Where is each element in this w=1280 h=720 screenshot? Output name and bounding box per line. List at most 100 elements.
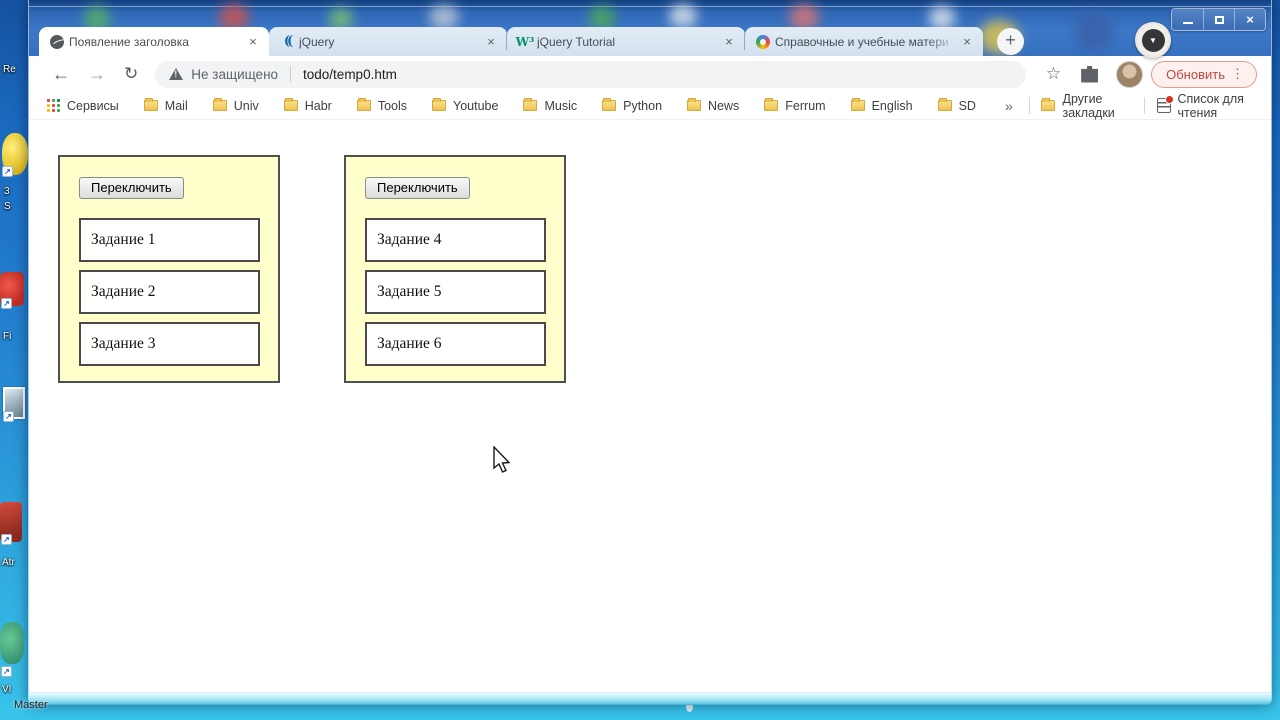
chevron-down-icon: ▼ [1141,28,1165,52]
bookmark-label: Univ [233,98,259,113]
bookmarks-separator [1028,97,1030,114]
task-item[interactable]: Задание 2 [79,270,260,314]
desktop-icon-label: 3 [4,186,10,197]
tab-close-icon[interactable]: × [483,34,499,50]
browser-toolbar: ← → ↻ Не защищено todo/temp0.htm ☆ Обнов… [29,56,1271,92]
glass-reflection [429,5,459,29]
bookmark-label: Youtube [453,98,499,113]
shortcut-arrow-icon: ↗ [1,298,12,309]
title-bar: × Появление заголовка × (( jQuery × W³ j… [29,0,1271,56]
task-item[interactable]: Задание 5 [365,270,546,314]
folder-icon [937,98,952,111]
glass-reflection [1074,12,1114,52]
bookmark-folder-sd[interactable]: SD [932,97,982,115]
toggle-button-1[interactable]: Переключить [79,177,184,199]
security-label[interactable]: Не защищено [191,67,278,82]
bookmarks-overflow-icon[interactable]: » [995,98,1023,114]
tab-jquery-tutorial[interactable]: W³ jQuery Tutorial × [506,27,745,56]
toggle-button-2[interactable]: Переключить [365,177,470,199]
tab-active[interactable]: Появление заголовка × [39,27,269,56]
tab-close-icon[interactable]: × [245,34,261,50]
w3schools-icon: W³ [515,34,535,49]
reading-list-button[interactable]: Список для чтения [1151,90,1260,122]
desktop-icon-label: Fi [3,331,12,342]
address-bar[interactable]: Не защищено todo/temp0.htm [155,60,1026,88]
record-widget[interactable]: ▼ [1135,22,1171,58]
update-button[interactable]: Обновить ⋮ [1151,60,1257,88]
bookmark-folder-english[interactable]: English [845,97,919,115]
task-panel-1: Переключить Задание 1 Задание 2 Задание … [58,155,280,383]
bookmark-folder-tools[interactable]: Tools [351,97,413,115]
extensions-icon[interactable] [1081,65,1099,83]
bookmark-folder-mail[interactable]: Mail [138,97,194,115]
bookmark-label: Mail [164,98,188,113]
other-bookmarks-folder[interactable]: Другие закладки [1035,90,1133,122]
maximize-button[interactable] [1203,9,1234,30]
tab-reference[interactable]: Справочные и учебные матери × [744,27,983,56]
desktop-icon-label: Master [14,699,48,711]
reload-icon[interactable]: ↻ [115,64,147,84]
bookmark-label: News [708,98,740,113]
reading-list-icon [1156,95,1174,113]
tab-title: jQuery Tutorial [537,34,616,49]
globe-icon [49,34,65,50]
reading-list-label: Список для чтения [1177,91,1244,120]
shortcut-arrow-icon: ↗ [2,166,13,177]
bookmark-folder-habr[interactable]: Habr [278,97,338,115]
forward-icon[interactable]: → [79,64,115,85]
task-panel-2: Переключить Задание 4 Задание 5 Задание … [344,155,566,383]
maximize-icon [1214,15,1224,24]
bookmark-services[interactable]: Сервисы [41,97,125,115]
bookmark-folder-youtube[interactable]: Youtube [426,97,504,115]
menu-dots-icon[interactable]: ⋮ [1225,66,1250,82]
desktop-icon[interactable] [0,622,24,664]
shortcut-arrow-icon: ↗ [1,534,12,545]
bookmark-label: Python [623,98,663,113]
mouse-cursor [492,445,514,481]
task-item[interactable]: Задание 6 [365,322,546,366]
minimize-button[interactable] [1172,9,1203,30]
bookmark-folder-ferrum[interactable]: Ferrum [758,97,831,115]
shortcut-arrow-icon: ↗ [1,666,12,677]
desktop-icon-label: Re [3,64,16,75]
tab-close-icon[interactable]: × [959,34,975,50]
bookmark-folder-univ[interactable]: Univ [207,97,265,115]
back-icon[interactable]: ← [43,64,79,85]
url-text[interactable]: todo/temp0.htm [303,67,397,82]
folder-icon [850,98,865,111]
new-tab-button[interactable]: + [997,28,1024,55]
bookmark-folder-news[interactable]: News [681,97,745,115]
close-window-button[interactable]: × [1234,9,1265,30]
folder-icon [356,98,371,111]
tab-title: jQuery [299,34,335,49]
shortcut-arrow-icon: ↗ [3,411,14,422]
folder-icon [283,98,298,111]
bookmark-star-icon[interactable]: ☆ [1036,64,1071,84]
bookmark-label: Сервисы [67,98,119,113]
bookmark-label: English [871,98,913,113]
tab-jquery[interactable]: (( jQuery × [269,27,507,56]
bookmark-folder-python[interactable]: Python [596,97,668,115]
not-secure-icon[interactable] [169,68,184,80]
task-item[interactable]: Задание 3 [79,322,260,366]
folder-icon [143,98,158,111]
caption-buttons: × [1171,8,1266,31]
task-item[interactable]: Задание 1 [79,218,260,262]
folder-icon [523,98,538,111]
folder-icon [212,98,227,111]
bookmarks-bar: Сервисы Mail Univ Habr Tools Youtube Mus… [29,92,1271,120]
profile-avatar[interactable] [1116,60,1144,88]
apps-grid-icon [47,99,60,112]
folder-icon [1041,98,1056,111]
desktop-icon-label: VI [2,684,12,695]
desktop-icon-label: S [4,201,11,212]
bookmark-folder-music[interactable]: Music [517,97,583,115]
tab-close-icon[interactable]: × [721,34,737,50]
browser-window: × Появление заголовка × (( jQuery × W³ j… [28,0,1272,705]
pinwheel-icon [755,34,771,50]
bookmark-label: Music [544,98,578,113]
folder-icon [764,98,779,111]
window-bottom-frame [29,692,1271,705]
desktop: { "colors": { "glass_blue": "#3d78c8", "… [0,0,1280,720]
task-item[interactable]: Задание 4 [365,218,546,262]
